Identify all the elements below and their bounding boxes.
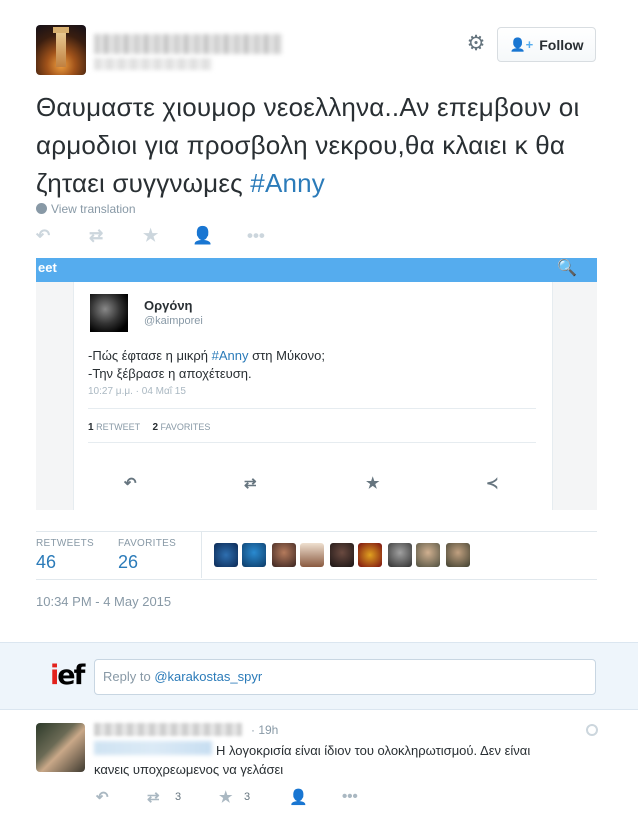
follow-person-icon: 👤+ [509, 36, 534, 52]
follow-label: Follow [539, 36, 584, 53]
embedded-time: 10:27 μ.μ. · 04 Μαΐ 15 [88, 386, 186, 397]
follow-icon[interactable]: 👤 [192, 226, 213, 246]
embedded-line-1: -Πώς έφτασε η μικρή #Anny στη Μύκονο; [88, 348, 325, 363]
reply-line-1: Η λογοκρισία είναι ίδιον του ολοκληρωτισ… [216, 743, 531, 758]
embedded-avatar [90, 294, 128, 332]
retweets-label[interactable]: RETWEETS [36, 538, 94, 549]
reply-icon[interactable]: ↶ [36, 226, 50, 246]
retweet-icon: ⇄ [244, 475, 257, 492]
retweets-count[interactable]: 46 [36, 552, 56, 573]
favoriter-avatar[interactable] [330, 543, 354, 567]
stats-top-divider [36, 531, 597, 532]
view-translation-label: View translation [51, 202, 136, 216]
embedded-divider [88, 408, 536, 409]
follow-icon[interactable]: 👤 [289, 788, 308, 806]
tweet-timestamp: 10:34 PM - 4 May 2015 [36, 594, 172, 609]
stats-separator [201, 532, 202, 578]
embedded-favorite-label: FAVORITES [160, 422, 211, 432]
favorites-label[interactable]: FAVORITES [118, 538, 176, 549]
reply-time[interactable]: · 19h [251, 723, 278, 737]
author-handle-blurred[interactable] [94, 58, 212, 70]
reply-line-2: κανεις υποχρεωμενος να γελάσει [94, 762, 284, 777]
follow-button[interactable]: 👤+ Follow [497, 27, 596, 62]
embedded-line-1-post: στη Μύκονο; [248, 348, 325, 363]
embedded-divider [88, 442, 536, 443]
embed-top-bar: eet 🔍 [36, 258, 597, 282]
more-icon[interactable]: ••• [342, 788, 358, 805]
embedded-retweet-label: RETWEET [96, 422, 140, 432]
tweet-text: Θαυμαστε χιουμορ νεοελληνα..Αν επεμβουν … [36, 88, 611, 202]
reply-prefix: Reply to [103, 669, 155, 684]
favoriter-avatar[interactable] [416, 543, 440, 567]
gear-icon[interactable]: ⚙ [462, 32, 490, 56]
favoriter-avatar[interactable] [242, 543, 266, 567]
favoriter-avatar[interactable] [388, 543, 412, 567]
view-translation-link[interactable]: View translation [36, 202, 136, 216]
favorites-count[interactable]: 26 [118, 552, 138, 573]
favorite-icon[interactable]: ★ [143, 226, 158, 246]
author-name-blurred[interactable] [94, 34, 282, 54]
author-avatar[interactable] [36, 25, 86, 75]
retweet-icon[interactable]: ⇄ [89, 226, 103, 246]
tweet-hashtag[interactable]: #Anny [250, 168, 325, 198]
embedded-handle: @kaimporei [144, 315, 203, 327]
embed-bar-text: eet [38, 260, 57, 275]
embedded-tweet-card: Οργόνη @kaimporei -Πώς έφτασε η μικρή #A… [73, 282, 553, 510]
more-icon[interactable]: ••• [247, 226, 265, 246]
embedded-retweet-count: 1 [88, 422, 94, 433]
search-icon: 🔍 [557, 260, 577, 277]
embedded-screenshot[interactable]: eet 🔍 Οργόνη @kaimporei -Πώς έφτασε η μι… [36, 258, 597, 510]
embedded-line-2: -Την ξέβρασε η αποχέτευση. [88, 366, 252, 381]
reply-mention: @karakostas_spyr [154, 669, 263, 684]
share-icon: ≺ [486, 475, 499, 492]
reply-icon[interactable]: ↶ [96, 788, 109, 806]
reply-favorite-count: 3 [244, 791, 251, 803]
globe-icon [36, 203, 47, 214]
favorite-icon: ★ [366, 475, 380, 492]
logo-black-letters: ef [57, 660, 85, 691]
embedded-name: Οργόνη [144, 298, 193, 313]
reply-icon: ↶ [124, 475, 137, 492]
favoriter-avatar[interactable] [214, 543, 238, 567]
reply-author-avatar[interactable] [36, 723, 85, 772]
embedded-hashtag: #Anny [211, 348, 249, 363]
globe-icon[interactable] [586, 724, 598, 736]
embedded-stats: 1 RETWEET 2 FAVORITES [88, 422, 210, 433]
current-user-logo: ief [50, 661, 86, 691]
retweet-icon[interactable]: ⇄ [147, 788, 160, 806]
favoriter-avatar[interactable] [446, 543, 470, 567]
favoriter-avatar[interactable] [300, 543, 324, 567]
embedded-line-1-pre: -Πώς έφτασε η μικρή [88, 348, 212, 363]
reply-text: Η λογοκρισία είναι ίδιον του ολοκληρωτισ… [94, 741, 594, 779]
stats-bottom-divider [36, 579, 597, 580]
favoriter-avatar[interactable] [272, 543, 296, 567]
reply-retweet-count: 3 [175, 791, 182, 803]
reply-input[interactable]: Reply to @karakostas_spyr [94, 659, 596, 695]
embedded-favorite-count: 2 [152, 422, 158, 433]
favoriter-avatar[interactable] [358, 543, 382, 567]
favorite-icon[interactable]: ★ [219, 788, 232, 806]
reply-author-name-blurred[interactable] [94, 723, 242, 736]
